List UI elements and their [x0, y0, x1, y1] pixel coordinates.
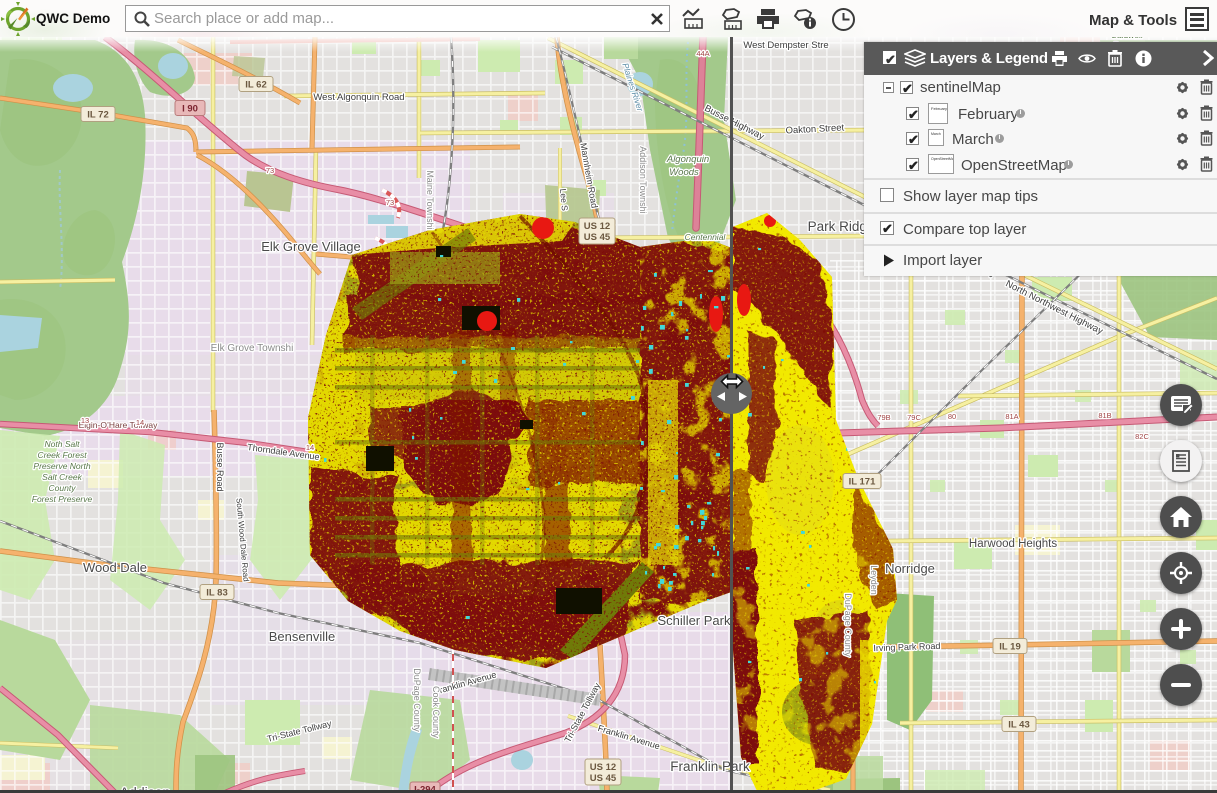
svg-text:Addison Townshi: Addison Townshi: [638, 146, 648, 213]
svg-text:Wood Dale: Wood Dale: [83, 560, 147, 575]
svg-text:Centennial: Centennial: [685, 232, 727, 242]
svg-text:IL 62: IL 62: [245, 80, 266, 91]
svg-text:IL 171: IL 171: [849, 477, 876, 488]
svg-text:US 12: US 12: [590, 762, 616, 773]
svg-text:DuPage County: DuPage County: [843, 593, 853, 657]
svg-text:Salt Creek: Salt Creek: [42, 472, 82, 482]
svg-text:Busse Road: Busse Road: [215, 442, 225, 491]
svg-text:81A: 81A: [1005, 412, 1018, 421]
svg-text:73: 73: [266, 166, 274, 175]
svg-text:82C: 82C: [1135, 432, 1149, 441]
svg-text:81B: 81B: [1098, 411, 1111, 420]
svg-text:DuPage County: DuPage County: [412, 668, 422, 732]
svg-text:Elk Grove Village: Elk Grove Village: [261, 239, 360, 254]
svg-text:Cook County: Cook County: [431, 686, 441, 739]
svg-text:IL 19: IL 19: [999, 642, 1020, 653]
svg-text:Maine Townshi: Maine Townshi: [425, 170, 435, 229]
svg-text:Franklin Park: Franklin Park: [670, 759, 750, 774]
svg-text:IL 43: IL 43: [1008, 720, 1029, 731]
svg-text:79B: 79B: [877, 413, 890, 422]
svg-text:13: 13: [81, 416, 89, 425]
svg-text:IL 83: IL 83: [206, 588, 227, 599]
svg-text:80: 80: [948, 412, 956, 421]
svg-text:Norridge: Norridge: [885, 561, 935, 576]
svg-text:West Dempster Stre: West Dempster Stre: [743, 40, 828, 51]
svg-text:IL 72: IL 72: [87, 110, 108, 121]
svg-text:Creek Forest: Creek Forest: [37, 450, 87, 460]
svg-text:US 45: US 45: [584, 232, 611, 243]
svg-text:Harwood Heights: Harwood Heights: [969, 538, 1057, 550]
svg-text:Forest Preserve: Forest Preserve: [32, 494, 93, 504]
svg-text:14: 14: [136, 418, 144, 427]
svg-text:Lee S: Lee S: [558, 188, 570, 211]
svg-text:Algonquin: Algonquin: [666, 154, 709, 165]
svg-text:Preserve North: Preserve North: [33, 461, 90, 471]
svg-text:44A: 44A: [696, 49, 709, 58]
svg-text:14: 14: [306, 443, 314, 452]
svg-text:I 90: I 90: [182, 104, 198, 115]
svg-text:Elgin-O’Hare Tollway: Elgin-O’Hare Tollway: [79, 420, 158, 430]
svg-text:Woods: Woods: [669, 167, 699, 178]
svg-text:US 12: US 12: [584, 221, 610, 232]
svg-text:Noth Salt: Noth Salt: [45, 439, 81, 449]
svg-text:US 45: US 45: [590, 773, 617, 784]
svg-text:County: County: [49, 483, 77, 493]
svg-text:Elk Grove Townshi: Elk Grove Townshi: [211, 343, 294, 354]
svg-text:Leyden: Leyden: [869, 565, 879, 595]
svg-text:West Algonquin Road: West Algonquin Road: [313, 92, 404, 103]
svg-text:Schiller Park: Schiller Park: [658, 613, 731, 628]
svg-text:79C: 79C: [907, 413, 921, 422]
svg-text:Bensenville: Bensenville: [269, 629, 336, 644]
svg-text:73: 73: [386, 198, 394, 207]
